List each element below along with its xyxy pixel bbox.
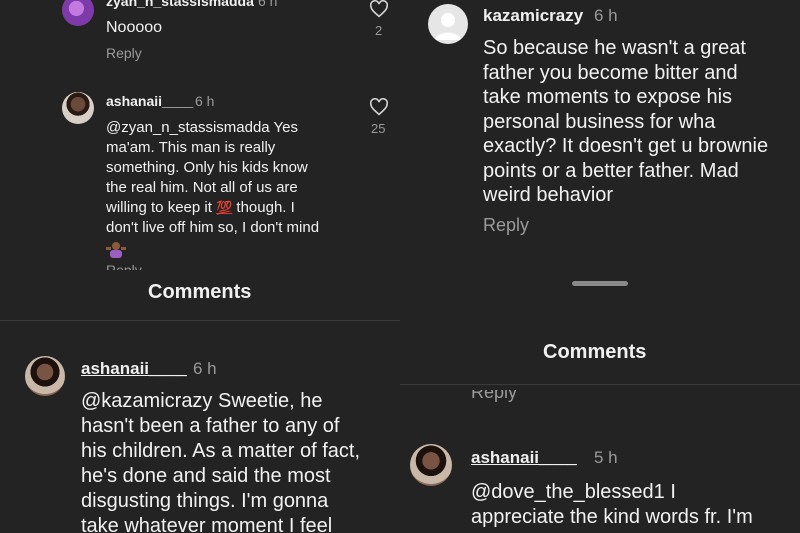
comment-fragment: though. I: [236, 199, 295, 216]
comment-username[interactable]: kazamicrazy: [483, 6, 583, 26]
sheet-handle[interactable]: [572, 281, 628, 286]
like-count: 25: [371, 121, 386, 136]
comment-thread-panel-3: kazamicrazy 6 h So because he wasn't a g…: [400, 0, 800, 390]
comment-line: hasn't been a father to any of: [81, 415, 340, 437]
comment-line: willing to keep it 💯 though. I: [106, 198, 368, 218]
comment-line: something. Only his kids know: [106, 159, 308, 176]
reply-button[interactable]: Reply: [471, 390, 517, 403]
comment-line: disgusting things. I'm gonna: [81, 490, 329, 512]
comment-line: take moments to expose his: [483, 86, 733, 108]
comment-line: don't live off him so, I don't mind: [106, 219, 320, 236]
shrug-emoji: [106, 240, 126, 258]
avatar[interactable]: [428, 4, 468, 44]
heart-icon[interactable]: [369, 0, 389, 18]
reply-button[interactable]: Reply: [106, 45, 142, 61]
comment-thread-panel-4: Reply ashanaii____ 5 h @dove_the_blessed…: [400, 390, 800, 533]
comment-text: Nooooo: [106, 19, 163, 36]
hundred-points-emoji: 💯: [216, 200, 233, 215]
avatar[interactable]: [410, 444, 452, 486]
comments-sheet-panel-2: Comments ashanaii____ 6 h @kazamicrazy S…: [0, 270, 400, 533]
comment-line: appreciate the kind words fr. I'm: [471, 506, 753, 528]
comment-line: points or a better father. Mad: [483, 159, 739, 182]
like-count: 2: [375, 23, 383, 38]
comment-line: @zyan_n_stassismadda Yes: [106, 119, 299, 136]
comment-line: personal business for wha: [483, 110, 716, 133]
divider: [400, 384, 800, 385]
comment-username[interactable]: ashanaii____: [106, 93, 193, 109]
heart-icon[interactable]: [369, 98, 389, 116]
sheet-title: Comments: [543, 341, 647, 363]
comment-thread-panel-1: zyan_n_stassismadda 6 h Nooooo Reply 2 a…: [0, 0, 400, 270]
comment-fragment: willing to keep it: [106, 199, 212, 216]
reply-button[interactable]: Reply: [483, 215, 529, 236]
shrug-icon: [106, 242, 126, 258]
comment-username[interactable]: ashanaii____: [471, 448, 577, 468]
comment-line: @kazamicrazy Sweetie, he: [81, 390, 323, 412]
comment-username[interactable]: zyan_n_stassismadda: [106, 0, 254, 9]
divider: [0, 320, 400, 321]
comment-line: So because he wasn't a great: [483, 37, 746, 59]
comment-text: So because he wasn't a great father you …: [483, 36, 798, 208]
comment-text: @zyan_n_stassismadda Yes ma'am. This man…: [106, 118, 368, 258]
comment-time: 5 h: [594, 448, 618, 467]
comment-text: @kazamicrazy Sweetie, he hasn't been a f…: [81, 389, 396, 533]
comment-time: 6 h: [193, 359, 217, 378]
comment-time: 6 h: [195, 93, 215, 109]
comment-line: take whatever moment I feel: [81, 515, 333, 533]
avatar[interactable]: [62, 92, 94, 124]
avatar[interactable]: [25, 356, 65, 396]
comment-time: 6 h: [258, 0, 278, 9]
comment-line: @dove_the_blessed1 I: [471, 481, 676, 503]
reply-button[interactable]: Reply: [106, 262, 142, 270]
comment-line: his children. As a matter of fact,: [81, 440, 361, 462]
comment-line: weird behavior: [483, 184, 614, 206]
avatar[interactable]: [62, 0, 94, 26]
comment-line: father you become bitter and: [483, 61, 738, 84]
comment-time: 6 h: [594, 6, 618, 25]
comment-line: ma'am. This man is really: [106, 139, 276, 156]
default-avatar-icon: [435, 13, 461, 40]
comment-line: exactly? It doesn't get u brownie: [483, 135, 769, 157]
comment-username[interactable]: ashanaii____: [81, 359, 187, 379]
comment-line: the real him. Not all of us are: [106, 179, 298, 196]
comment-line: he's done and said the most: [81, 465, 331, 487]
comment-text: @dove_the_blessed1 I appreciate the kind…: [471, 480, 800, 530]
sheet-title: Comments: [148, 281, 252, 303]
